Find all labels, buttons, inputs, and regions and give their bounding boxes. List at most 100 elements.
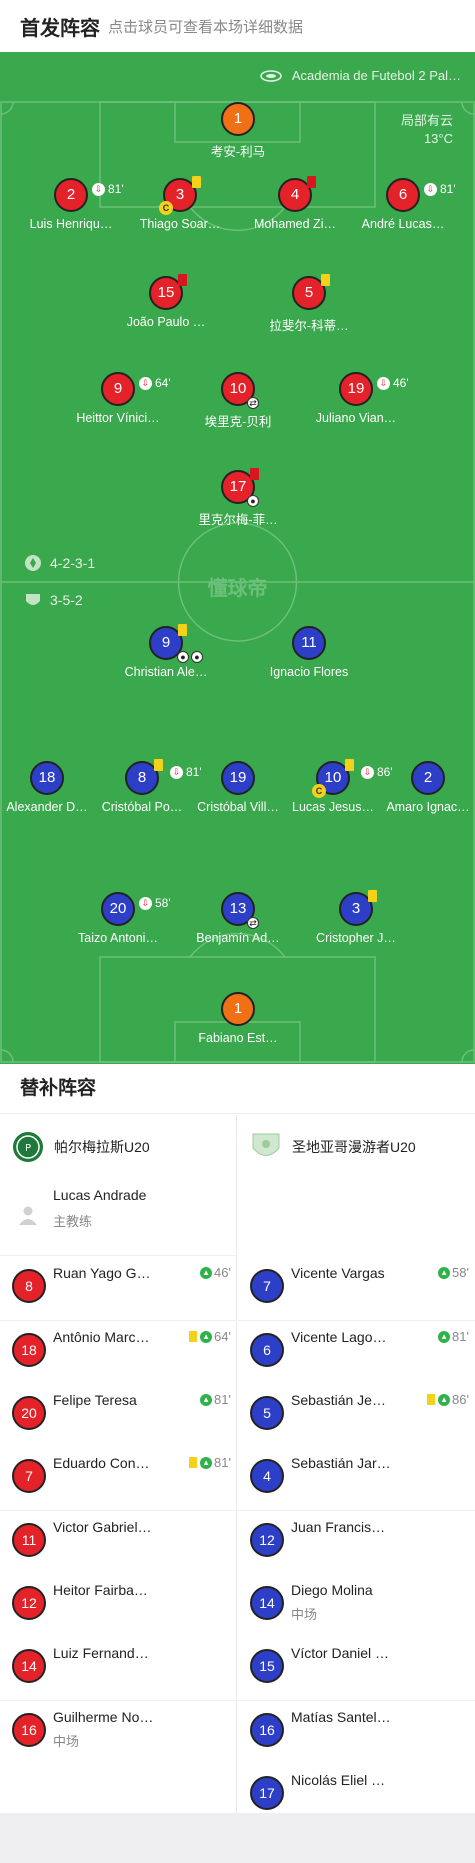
player-name: Matías Santel… (291, 1709, 391, 1725)
pitch-player[interactable]: 2 ⇩ 81' Luis Henriqu… (16, 178, 126, 231)
weather: 局部有云 13°C (401, 112, 453, 148)
jersey-number: 11 (12, 1523, 46, 1557)
sub-event: ▲ 64' (189, 1329, 231, 1344)
pitch-player[interactable]: 15 João Paulo … (111, 274, 221, 329)
jersey-number: 19 (221, 761, 255, 795)
pitch-player[interactable]: 10 ⇄ 埃里克-贝利 (183, 372, 293, 430)
jersey-number: 12 (250, 1523, 284, 1557)
sub-out-icon: ⇩ (139, 376, 152, 390)
lineup-header: 首发阵容 点击球员可查看本场详细数据 (0, 0, 475, 52)
player-name: João Paulo … (126, 315, 206, 329)
sub-in-icon: ▲ (438, 1330, 451, 1343)
bench-player[interactable]: 20 Felipe Teresa ▲ 81' (0, 1384, 237, 1447)
pitch-player[interactable]: 2 Amaro Ignac… (373, 761, 475, 814)
sub-minute: 58' (155, 896, 171, 910)
pitch-player[interactable]: 13 ⇄ Benjamín Ad… (183, 892, 293, 945)
sub-in-icon: ▲ (200, 1266, 213, 1279)
bench-player[interactable]: 14 Diego Molina 中场 (238, 1574, 475, 1637)
divider (0, 1255, 237, 1256)
home-formation: 4-2-3-1 (24, 554, 95, 572)
sub-in-icon: ▲ (438, 1393, 451, 1406)
bench-player[interactable]: 16 Matías Santel… (238, 1701, 475, 1764)
home-team-row[interactable]: P 帕尔梅拉斯U20 (12, 1131, 150, 1163)
jersey-number: 7 (12, 1459, 46, 1493)
pitch-player[interactable]: 11 Ignacio Flores (254, 626, 364, 679)
player-name: Heitor Fairba… (53, 1582, 148, 1598)
bench-player[interactable]: 16 Guilherme No… 中场 (0, 1701, 237, 1764)
santiago-wanderers-logo-icon (252, 1133, 280, 1156)
pitch-player[interactable]: 6 ⇩ 81' André Lucas… (348, 178, 458, 231)
pitch-player[interactable]: 20 ⇩ 58' Taizo Antoni… (63, 892, 173, 945)
pitch-player[interactable]: 9 ⇩ 64' Heittor Vínici… (63, 372, 173, 425)
bench-player[interactable]: 12 Juan Francis… (238, 1511, 475, 1574)
bench-player[interactable]: 8 Ruan Yago G… ▲ 46' (0, 1257, 237, 1320)
pitch-player[interactable]: 9 ● ● Christian Ale… (111, 624, 221, 679)
sub-out-icon: ⇩ (170, 765, 183, 779)
pitch-player[interactable]: 3C Thiago Soar… (125, 176, 235, 231)
jersey-number: 3 (351, 900, 361, 917)
bench-player[interactable]: 12 Heitor Fairba… (0, 1574, 237, 1637)
player-name: André Lucas… (361, 217, 445, 231)
jersey-number: 6 (250, 1333, 284, 1367)
weather-text: 局部有云 (400, 113, 453, 128)
player-name: Eduardo Con… (53, 1455, 150, 1471)
goal-ball-icon: ● (191, 651, 203, 663)
pitch: 懂球帝 Academia de Futebol 2 Pal… 局部有云 13°C… (0, 52, 475, 1064)
away-formation: 3-5-2 (24, 591, 83, 609)
bench-player[interactable]: 5 Sebastián Je… ▲ 86' (238, 1384, 475, 1447)
jersey-number: 14 (250, 1586, 284, 1620)
pitch-player[interactable]: 5 拉斐尔-科蒂… (254, 274, 364, 334)
temperature: 13°C (423, 131, 453, 146)
player-name: Diego Molina (291, 1582, 373, 1598)
player-position: 中场 (53, 1734, 80, 1749)
pitch-player[interactable]: 4 Mohamed Zi… (240, 176, 350, 231)
player-name: Cristóbal Vill… (197, 800, 279, 814)
player-name: 考安-利马 (210, 145, 266, 159)
yellow-card-icon (192, 176, 201, 188)
pitch-player[interactable]: 19 Cristóbal Vill… (183, 761, 293, 814)
away-team-row[interactable]: 圣地亚哥漫游者U20 (250, 1131, 416, 1163)
pitch-player[interactable]: 10 C ⇩ 86' Lucas Jesus… (278, 759, 393, 814)
pitch-player[interactable]: 3 Cristopher J… (301, 890, 411, 945)
jersey-number: 17 (250, 1776, 284, 1810)
bench-player[interactable]: 6 Vicente Lago… ▲ 81' (238, 1321, 475, 1384)
pitch-player[interactable]: 17 ● 里克尔梅-菲… (183, 468, 293, 528)
jersey-number: 12 (12, 1586, 46, 1620)
player-name: Vicente Lago… (291, 1329, 387, 1345)
bench-player[interactable]: 7 Vicente Vargas ▲ 58' (238, 1257, 475, 1320)
coach-avatar-icon (19, 1206, 37, 1225)
sub-in-icon: ⇄ (247, 917, 259, 929)
bench-player[interactable]: 17 Nicolás Eliel … (238, 1764, 475, 1827)
player-name: Taizo Antoni… (78, 931, 158, 945)
venue-name: Academia de Futebol 2 Pal… (291, 68, 461, 83)
sub-in-icon: ▲ (438, 1266, 451, 1279)
player-name: 拉斐尔-科蒂… (269, 319, 349, 333)
pitch-player[interactable]: 19 ⇩ 46' Juliano Vian… (301, 372, 411, 425)
jersey-number: 8 (12, 1269, 46, 1303)
pitch-player[interactable]: 8 ⇩ 81' Cristóbal Po… (87, 759, 202, 814)
bench-player[interactable]: 7 Eduardo Con… ▲ 81' (0, 1447, 237, 1510)
bench-player[interactable]: 15 Víctor Daniel … (238, 1637, 475, 1700)
bench-player[interactable]: 14 Luiz Fernand… (0, 1637, 237, 1700)
bench-player[interactable]: 4 Sebastián Jar… (238, 1447, 475, 1510)
bench-title: 替补阵容 (0, 1064, 475, 1114)
bench-section: 替补阵容 P 帕尔梅拉斯U20 Lucas Andrade 主教练 8 Ruan… (0, 1064, 475, 1813)
jersey-number: 20 (12, 1396, 46, 1430)
jersey-number: 11 (292, 626, 326, 660)
bench-player[interactable]: 11 Victor Gabriel… (0, 1511, 237, 1574)
player-name: Vicente Vargas (291, 1265, 385, 1281)
player-name: Heittor Vínici… (76, 411, 160, 425)
captain-icon: C (159, 201, 173, 215)
captain-icon: C (312, 784, 326, 798)
away-formation-label: 3-5-2 (50, 592, 83, 608)
bench-player[interactable]: 18 Antônio Marc… ▲ 64' (0, 1321, 237, 1384)
sub-minute: 81' (452, 1329, 469, 1344)
away-bench-column: 圣地亚哥漫游者U20 7 Vicente Vargas ▲ 58' 6 Vicen… (238, 1115, 475, 1813)
pitch-player[interactable]: 1 考安-利马 (183, 102, 293, 160)
sub-out-badge: ⇩ 81' (92, 174, 124, 204)
jersey-number: 1 (221, 992, 255, 1026)
svg-text:P: P (25, 1143, 31, 1154)
pitch-player[interactable]: 1 Fabiano Est… (183, 992, 293, 1045)
sub-event: ▲ 81' (189, 1455, 231, 1470)
page-title: 首发阵容 (20, 17, 100, 40)
